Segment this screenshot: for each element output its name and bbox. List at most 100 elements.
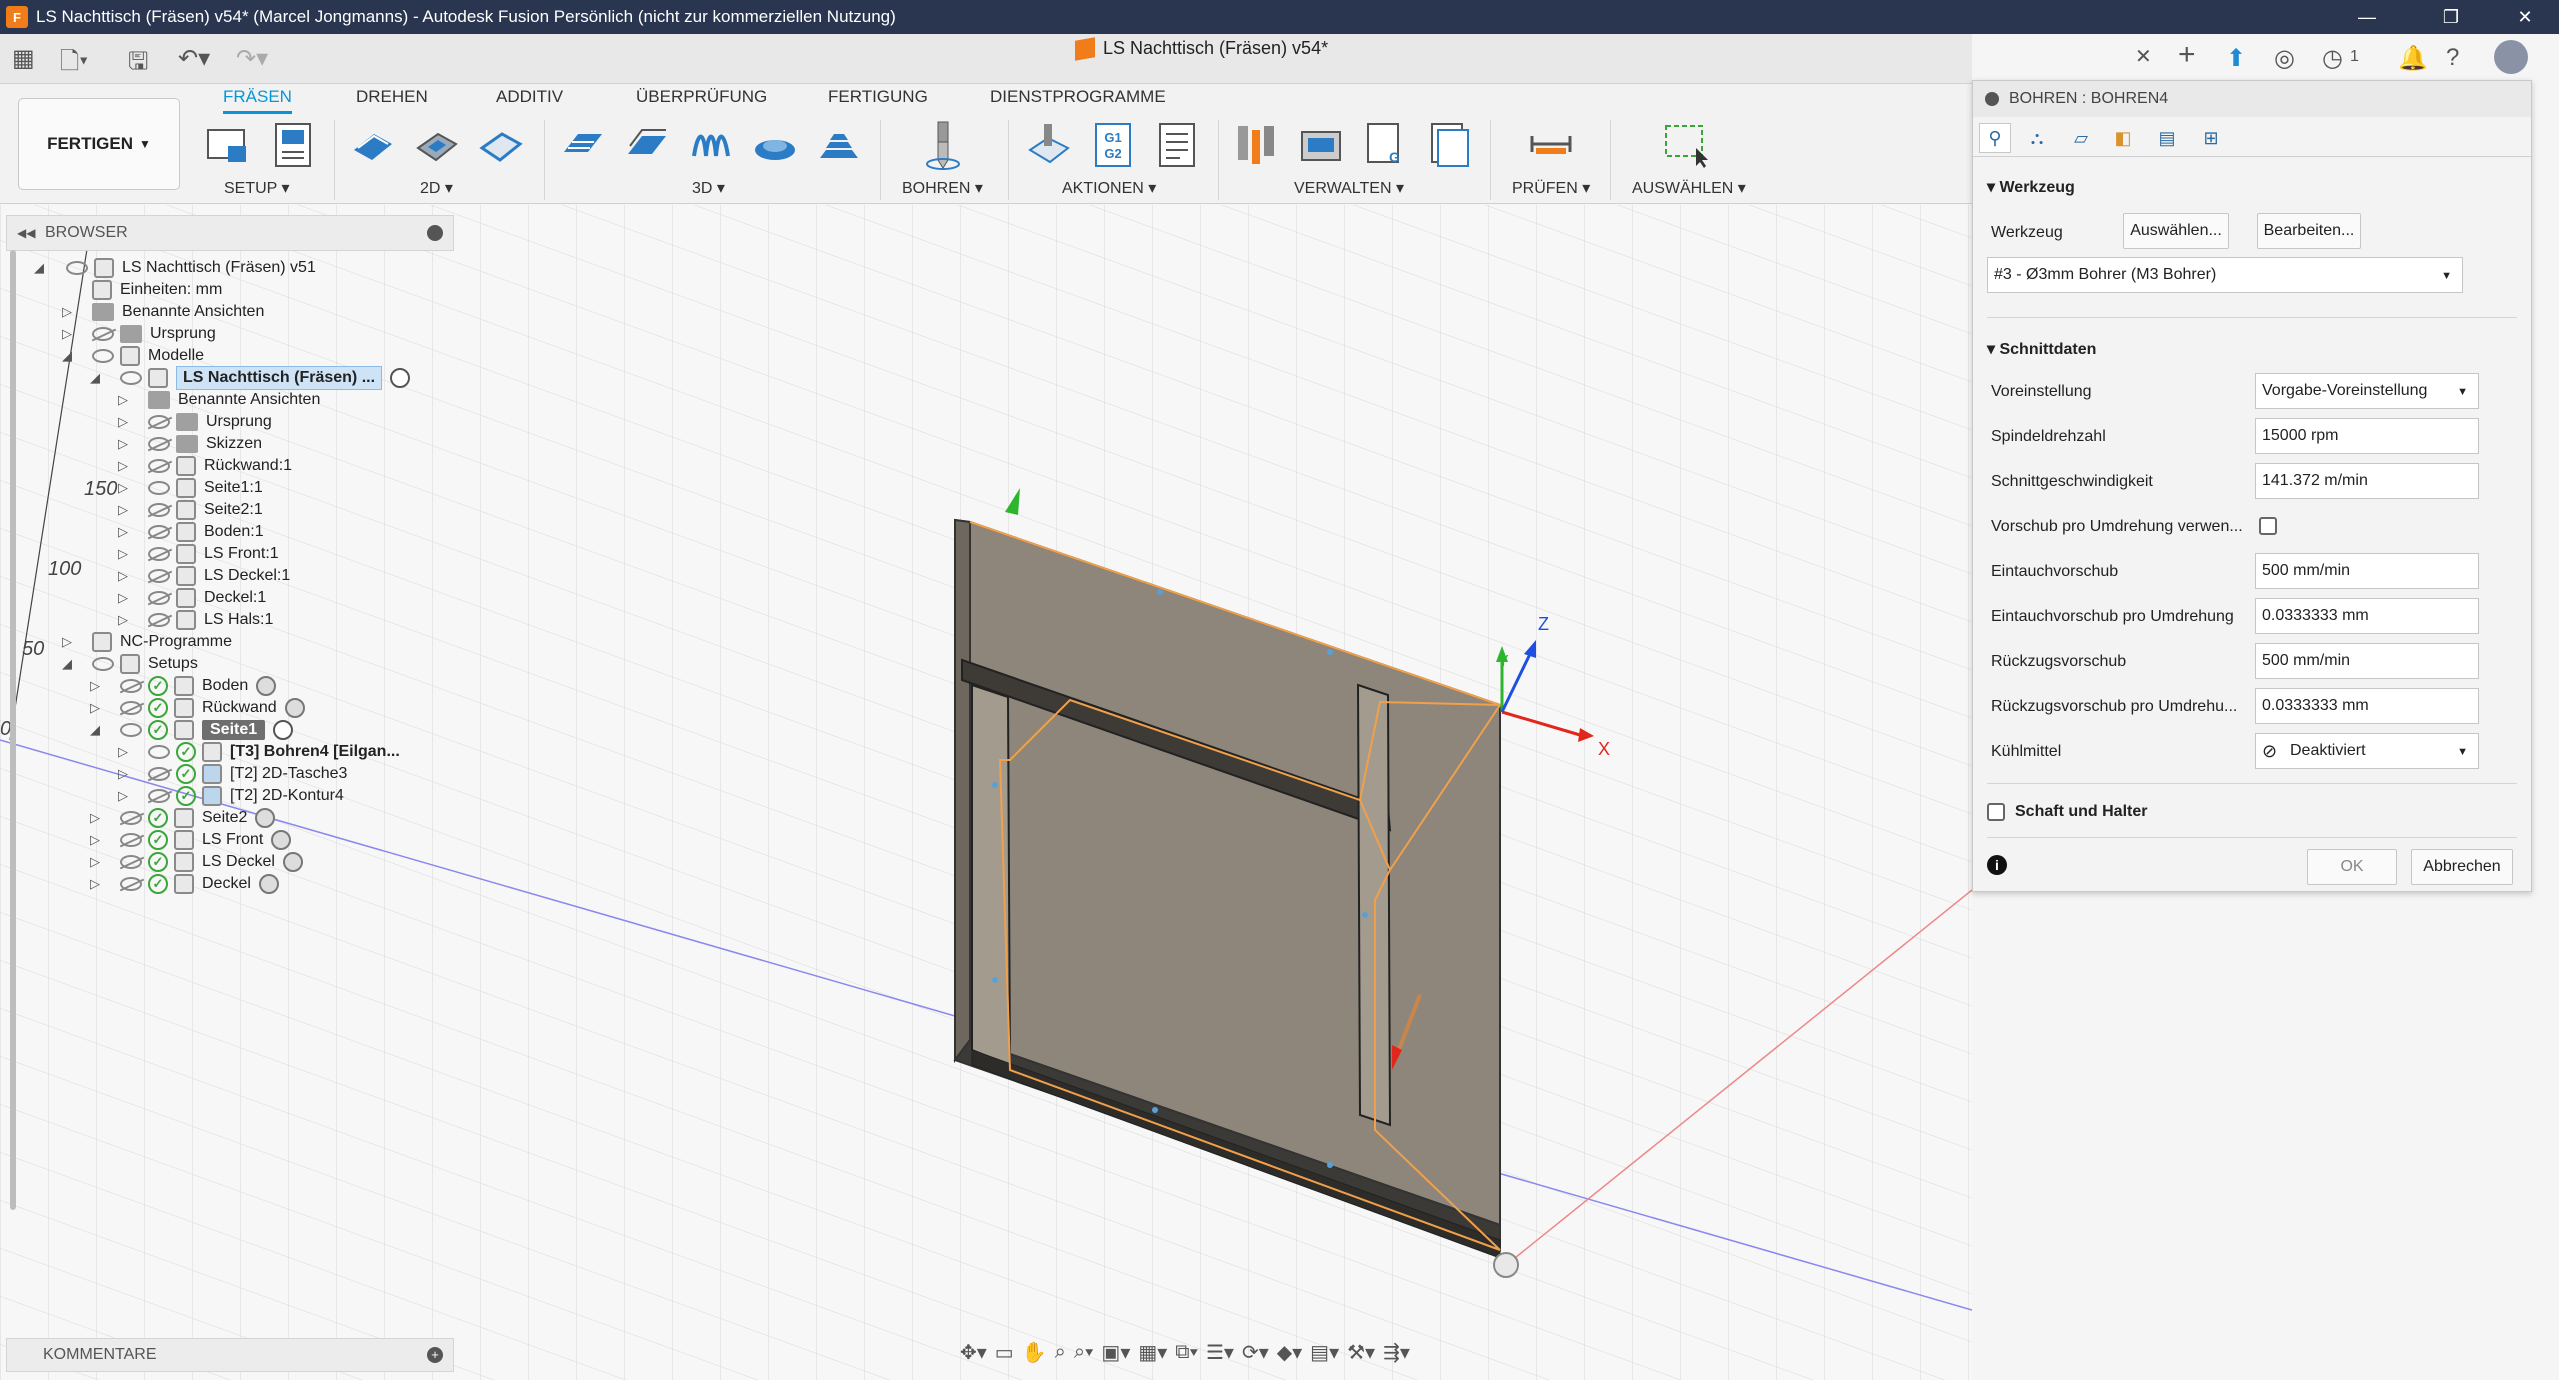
pan-icon[interactable]: ✋ (1022, 1340, 1047, 1365)
browser-options-icon[interactable] (427, 225, 443, 241)
tab-additiv[interactable]: ADDITIV (496, 87, 563, 107)
cutting-speed-input[interactable]: 141.372 m/min (2255, 463, 2479, 499)
setup-report-icon[interactable] (1154, 120, 1200, 170)
maximize-button[interactable]: ❐ (2418, 0, 2484, 34)
collapsed-icon[interactable]: ▷ (118, 546, 132, 562)
visibility-eye-icon[interactable] (120, 723, 142, 737)
setup-sheet-icon[interactable] (270, 120, 316, 170)
collapsed-icon[interactable]: ▷ (118, 766, 132, 782)
hidden-eye-icon[interactable] (120, 833, 142, 847)
zoom-icon[interactable]: ⌕ (1055, 1341, 1066, 1364)
expanded-icon[interactable]: ◢ (34, 260, 48, 276)
new-tab-button[interactable]: + (2178, 38, 2196, 72)
measure-icon[interactable] (1528, 120, 1574, 170)
display-settings-icon[interactable]: ▣▾ (1101, 1340, 1130, 1365)
2d-contour-icon[interactable] (478, 120, 524, 170)
collapsed-icon[interactable]: ▷ (90, 876, 104, 892)
close-tab-button[interactable]: ✕ (2135, 44, 2152, 69)
activate-radio-icon[interactable] (258, 874, 279, 894)
tool-display-icon[interactable]: ⚒▾ (1347, 1340, 1375, 1365)
expanded-icon[interactable]: ◢ (62, 348, 76, 364)
3d-scallop-icon[interactable] (752, 120, 798, 170)
collapsed-icon[interactable]: ▷ (90, 854, 104, 870)
expanded-icon[interactable]: ◢ (90, 722, 104, 738)
tab-fertigung[interactable]: FERTIGUNG (828, 87, 928, 107)
plunge-feed-input[interactable]: 500 mm/min (2255, 553, 2479, 589)
hidden-eye-icon[interactable] (120, 679, 142, 693)
3d-parallel-icon[interactable] (688, 120, 734, 170)
activate-radio-icon[interactable] (282, 852, 303, 872)
origin-point-icon[interactable] (1493, 1252, 1519, 1278)
info-icon[interactable]: i (1987, 855, 2007, 875)
3d-adaptive-icon[interactable] (560, 120, 606, 170)
tab-geometry-icon[interactable]: ⛬ (2021, 123, 2053, 153)
collapsed-icon[interactable]: ▷ (90, 678, 104, 694)
shaft-holder-checkbox[interactable] (1987, 803, 2005, 821)
select-tool-button[interactable]: Auswählen... (2123, 213, 2229, 249)
group-aktionen[interactable]: AKTIONEN ▾ (1062, 178, 1156, 198)
tab-ueberpruefung[interactable]: ÜBERPRÜFUNG (636, 87, 767, 107)
section-schnittdaten[interactable]: ▾ Schnittdaten (1987, 339, 2096, 359)
expanded-icon[interactable]: ◢ (90, 370, 104, 386)
collapsed-icon[interactable]: ▷ (118, 612, 132, 628)
hidden-eye-icon[interactable] (148, 415, 170, 429)
hidden-eye-icon[interactable] (148, 547, 170, 561)
group-2d[interactable]: 2D ▾ (420, 178, 453, 198)
tab-tool-icon[interactable]: ⚲ (1979, 123, 2011, 153)
2d-adaptive-icon[interactable] (350, 120, 396, 170)
ok-button[interactable]: OK (2307, 849, 2397, 885)
save-icon[interactable]: 🖫 (128, 44, 148, 85)
edit-tool-button[interactable]: Bearbeiten... (2257, 213, 2361, 249)
collapsed-icon[interactable]: ▷ (118, 788, 132, 804)
stock-display-icon[interactable]: ◆▾ (1277, 1340, 1302, 1365)
add-comment-icon[interactable]: + (427, 1347, 443, 1363)
collapsed-icon[interactable]: ▷ (118, 458, 132, 474)
browser-scrollbar[interactable] (10, 250, 16, 1210)
collapsed-icon[interactable]: ▷ (62, 326, 76, 342)
drill-icon[interactable] (920, 120, 966, 170)
app-grid-icon[interactable]: ▦ (12, 44, 35, 73)
machine-library-icon[interactable] (1298, 120, 1344, 170)
select-window-icon[interactable] (1662, 120, 1708, 170)
visibility-eye-icon[interactable] (148, 481, 170, 495)
collapsed-icon[interactable]: ▷ (90, 700, 104, 716)
hidden-eye-icon[interactable] (148, 459, 170, 473)
collapsed-icon[interactable]: ▷ (90, 810, 104, 826)
tab-linking-icon[interactable]: ⊞ (2195, 123, 2227, 153)
document-tab[interactable]: LS Nachttisch (Fräsen) v54* (1075, 36, 1328, 61)
retract-feed-per-rev-input[interactable]: 0.0333333 mm (2255, 688, 2479, 724)
collapsed-icon[interactable]: ▷ (62, 304, 76, 320)
retract-feed-input[interactable]: 500 mm/min (2255, 643, 2479, 679)
preset-select[interactable]: Vorgabe-Voreinstellung ▼ (2255, 373, 2479, 409)
group-3d[interactable]: 3D ▾ (692, 178, 725, 198)
look-at-icon[interactable]: ▭ (995, 1340, 1014, 1365)
visibility-eye-icon[interactable] (92, 349, 114, 363)
rotate-view-icon[interactable]: ⟳▾ (1242, 1340, 1269, 1365)
collapsed-icon[interactable]: ▷ (118, 480, 132, 496)
visibility-eye-icon[interactable] (66, 261, 88, 275)
hidden-eye-icon[interactable] (120, 811, 142, 825)
tool-select[interactable]: #3 - Ø3mm Bohrer (M3 Bohrer) ▼ (1987, 257, 2463, 293)
job-status-icon[interactable]: ◷ (2322, 44, 2343, 73)
redo-icon[interactable]: ↷▾ (236, 44, 268, 73)
collapsed-icon[interactable]: ▷ (90, 832, 104, 848)
tab-drehen[interactable]: DREHEN (356, 87, 428, 107)
collapsed-icon[interactable]: ▷ (118, 568, 132, 584)
group-pruefen[interactable]: PRÜFEN ▾ (1512, 178, 1590, 198)
avatar[interactable] (2494, 40, 2528, 74)
workspace-switcher[interactable]: FERTIGEN ▼ (18, 98, 180, 190)
visibility-eye-icon[interactable] (148, 745, 170, 759)
notifications-icon[interactable]: 🔔 (2398, 44, 2428, 73)
hidden-eye-icon[interactable] (148, 613, 170, 627)
hidden-eye-icon[interactable] (120, 701, 142, 715)
extensions-icon[interactable]: ⬆ (2226, 44, 2246, 73)
tab-cycle-icon[interactable]: ◧ (2107, 123, 2139, 153)
section-icon[interactable]: ☰▾ (1206, 1340, 1234, 1365)
hidden-eye-icon[interactable] (92, 327, 114, 341)
hidden-eye-icon[interactable] (120, 855, 142, 869)
collapsed-icon[interactable]: ▷ (118, 524, 132, 540)
minimize-button[interactable]: — (2334, 0, 2400, 34)
coolant-select[interactable]: ⊘ Deaktiviert ▼ (2255, 733, 2479, 769)
visibility-eye-icon[interactable] (120, 371, 142, 385)
spindle-speed-input[interactable]: 15000 rpm (2255, 418, 2479, 454)
